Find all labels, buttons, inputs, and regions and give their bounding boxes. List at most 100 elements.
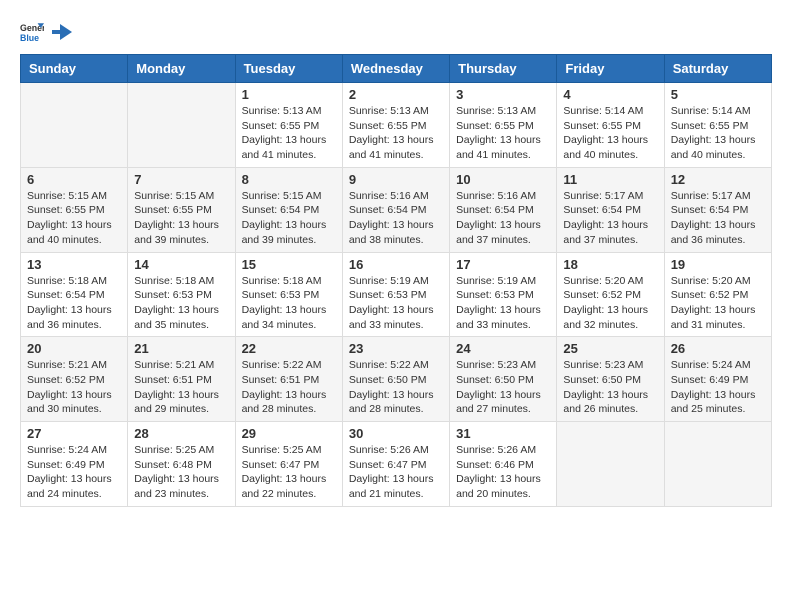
day-detail: Sunrise: 5:26 AMSunset: 6:47 PMDaylight:… (349, 443, 443, 502)
day-number: 10 (456, 172, 550, 187)
day-number: 3 (456, 87, 550, 102)
day-number: 6 (27, 172, 121, 187)
calendar-cell: 3 Sunrise: 5:13 AMSunset: 6:55 PMDaylight… (450, 83, 557, 168)
day-detail: Sunrise: 5:15 AMSunset: 6:55 PMDaylight:… (27, 189, 121, 248)
day-number: 5 (671, 87, 765, 102)
day-detail: Sunrise: 5:25 AMSunset: 6:47 PMDaylight:… (242, 443, 336, 502)
weekday-header-friday: Friday (557, 55, 664, 83)
weekday-header-saturday: Saturday (664, 55, 771, 83)
day-detail: Sunrise: 5:17 AMSunset: 6:54 PMDaylight:… (563, 189, 657, 248)
day-number: 22 (242, 341, 336, 356)
day-detail: Sunrise: 5:13 AMSunset: 6:55 PMDaylight:… (349, 104, 443, 163)
calendar-cell: 28 Sunrise: 5:25 AMSunset: 6:48 PMDayligh… (128, 422, 235, 507)
calendar-cell: 21 Sunrise: 5:21 AMSunset: 6:51 PMDayligh… (128, 337, 235, 422)
day-detail: Sunrise: 5:24 AMSunset: 6:49 PMDaylight:… (27, 443, 121, 502)
day-detail: Sunrise: 5:16 AMSunset: 6:54 PMDaylight:… (349, 189, 443, 248)
day-detail: Sunrise: 5:14 AMSunset: 6:55 PMDaylight:… (671, 104, 765, 163)
day-number: 13 (27, 257, 121, 272)
day-detail: Sunrise: 5:14 AMSunset: 6:55 PMDaylight:… (563, 104, 657, 163)
day-detail: Sunrise: 5:13 AMSunset: 6:55 PMDaylight:… (456, 104, 550, 163)
day-detail: Sunrise: 5:19 AMSunset: 6:53 PMDaylight:… (349, 274, 443, 333)
calendar-cell: 1Sunrise: 5:13 AMSunset: 6:55 PMDaylight… (235, 83, 342, 168)
weekday-header-sunday: Sunday (21, 55, 128, 83)
day-number: 2 (349, 87, 443, 102)
calendar-table: SundayMondayTuesdayWednesdayThursdayFrid… (20, 54, 772, 507)
calendar-cell: 16 Sunrise: 5:19 AMSunset: 6:53 PMDayligh… (342, 252, 449, 337)
day-number: 27 (27, 426, 121, 441)
day-number: 26 (671, 341, 765, 356)
calendar-week-row: 13 Sunrise: 5:18 AMSunset: 6:54 PMDayligh… (21, 252, 772, 337)
day-number: 20 (27, 341, 121, 356)
calendar-cell: 25 Sunrise: 5:23 AMSunset: 6:50 PMDayligh… (557, 337, 664, 422)
logo-icon: General Blue (20, 20, 44, 44)
calendar-cell: 8 Sunrise: 5:15 AMSunset: 6:54 PMDaylight… (235, 167, 342, 252)
day-detail: Sunrise: 5:26 AMSunset: 6:46 PMDaylight:… (456, 443, 550, 502)
calendar-cell: 7 Sunrise: 5:15 AMSunset: 6:55 PMDaylight… (128, 167, 235, 252)
calendar-cell: 5 Sunrise: 5:14 AMSunset: 6:55 PMDaylight… (664, 83, 771, 168)
day-number: 18 (563, 257, 657, 272)
day-number: 31 (456, 426, 550, 441)
day-number: 9 (349, 172, 443, 187)
calendar-week-row: 20Sunrise: 5:21 AMSunset: 6:52 PMDayligh… (21, 337, 772, 422)
weekday-header-thursday: Thursday (450, 55, 557, 83)
day-number: 15 (242, 257, 336, 272)
calendar-cell: 2 Sunrise: 5:13 AMSunset: 6:55 PMDaylight… (342, 83, 449, 168)
day-number: 30 (349, 426, 443, 441)
calendar-week-row: 27 Sunrise: 5:24 AMSunset: 6:49 PMDayligh… (21, 422, 772, 507)
calendar-cell: 12Sunrise: 5:17 AMSunset: 6:54 PMDayligh… (664, 167, 771, 252)
day-number: 28 (134, 426, 228, 441)
day-detail: Sunrise: 5:16 AMSunset: 6:54 PMDaylight:… (456, 189, 550, 248)
calendar-cell (128, 83, 235, 168)
day-detail: Sunrise: 5:25 AMSunset: 6:48 PMDaylight:… (134, 443, 228, 502)
day-number: 25 (563, 341, 657, 356)
calendar-cell: 10 Sunrise: 5:16 AMSunset: 6:54 PMDayligh… (450, 167, 557, 252)
day-detail: Sunrise: 5:15 AMSunset: 6:54 PMDaylight:… (242, 189, 336, 248)
logo-arrow-icon (52, 22, 72, 42)
day-detail: Sunrise: 5:20 AMSunset: 6:52 PMDaylight:… (563, 274, 657, 333)
calendar-cell: 17 Sunrise: 5:19 AMSunset: 6:53 PMDayligh… (450, 252, 557, 337)
day-detail: Sunrise: 5:18 AMSunset: 6:54 PMDaylight:… (27, 274, 121, 333)
calendar-cell: 18 Sunrise: 5:20 AMSunset: 6:52 PMDayligh… (557, 252, 664, 337)
calendar-cell: 13 Sunrise: 5:18 AMSunset: 6:54 PMDayligh… (21, 252, 128, 337)
calendar-cell: 27 Sunrise: 5:24 AMSunset: 6:49 PMDayligh… (21, 422, 128, 507)
calendar-cell: 19 Sunrise: 5:20 AMSunset: 6:52 PMDayligh… (664, 252, 771, 337)
weekday-header-row: SundayMondayTuesdayWednesdayThursdayFrid… (21, 55, 772, 83)
calendar-cell: 22Sunrise: 5:22 AMSunset: 6:51 PMDayligh… (235, 337, 342, 422)
calendar-week-row: 1Sunrise: 5:13 AMSunset: 6:55 PMDaylight… (21, 83, 772, 168)
day-detail: Sunrise: 5:22 AMSunset: 6:50 PMDaylight:… (349, 358, 443, 417)
day-number: 23 (349, 341, 443, 356)
day-detail: Sunrise: 5:13 AMSunset: 6:55 PMDaylight:… (242, 104, 336, 163)
calendar-cell: 26 Sunrise: 5:24 AMSunset: 6:49 PMDayligh… (664, 337, 771, 422)
logo: General Blue (20, 20, 72, 44)
day-number: 19 (671, 257, 765, 272)
day-detail: Sunrise: 5:24 AMSunset: 6:49 PMDaylight:… (671, 358, 765, 417)
day-detail: Sunrise: 5:15 AMSunset: 6:55 PMDaylight:… (134, 189, 228, 248)
calendar-cell: 15Sunrise: 5:18 AMSunset: 6:53 PMDayligh… (235, 252, 342, 337)
day-detail: Sunrise: 5:21 AMSunset: 6:51 PMDaylight:… (134, 358, 228, 417)
day-number: 17 (456, 257, 550, 272)
svg-text:Blue: Blue (20, 33, 39, 43)
calendar-cell: 20Sunrise: 5:21 AMSunset: 6:52 PMDayligh… (21, 337, 128, 422)
calendar-cell (557, 422, 664, 507)
day-detail: Sunrise: 5:23 AMSunset: 6:50 PMDaylight:… (563, 358, 657, 417)
calendar-cell: 4Sunrise: 5:14 AMSunset: 6:55 PMDaylight… (557, 83, 664, 168)
calendar-cell: 14 Sunrise: 5:18 AMSunset: 6:53 PMDayligh… (128, 252, 235, 337)
day-number: 8 (242, 172, 336, 187)
day-number: 14 (134, 257, 228, 272)
day-number: 12 (671, 172, 765, 187)
day-number: 16 (349, 257, 443, 272)
calendar-cell: 30 Sunrise: 5:26 AMSunset: 6:47 PMDayligh… (342, 422, 449, 507)
calendar-cell: 9 Sunrise: 5:16 AMSunset: 6:54 PMDaylight… (342, 167, 449, 252)
weekday-header-tuesday: Tuesday (235, 55, 342, 83)
calendar-cell: 29Sunrise: 5:25 AMSunset: 6:47 PMDayligh… (235, 422, 342, 507)
day-number: 7 (134, 172, 228, 187)
day-number: 21 (134, 341, 228, 356)
weekday-header-wednesday: Wednesday (342, 55, 449, 83)
day-number: 24 (456, 341, 550, 356)
day-detail: Sunrise: 5:23 AMSunset: 6:50 PMDaylight:… (456, 358, 550, 417)
day-detail: Sunrise: 5:20 AMSunset: 6:52 PMDaylight:… (671, 274, 765, 333)
calendar-cell: 11Sunrise: 5:17 AMSunset: 6:54 PMDayligh… (557, 167, 664, 252)
calendar-cell: 24 Sunrise: 5:23 AMSunset: 6:50 PMDayligh… (450, 337, 557, 422)
day-detail: Sunrise: 5:18 AMSunset: 6:53 PMDaylight:… (134, 274, 228, 333)
day-detail: Sunrise: 5:19 AMSunset: 6:53 PMDaylight:… (456, 274, 550, 333)
